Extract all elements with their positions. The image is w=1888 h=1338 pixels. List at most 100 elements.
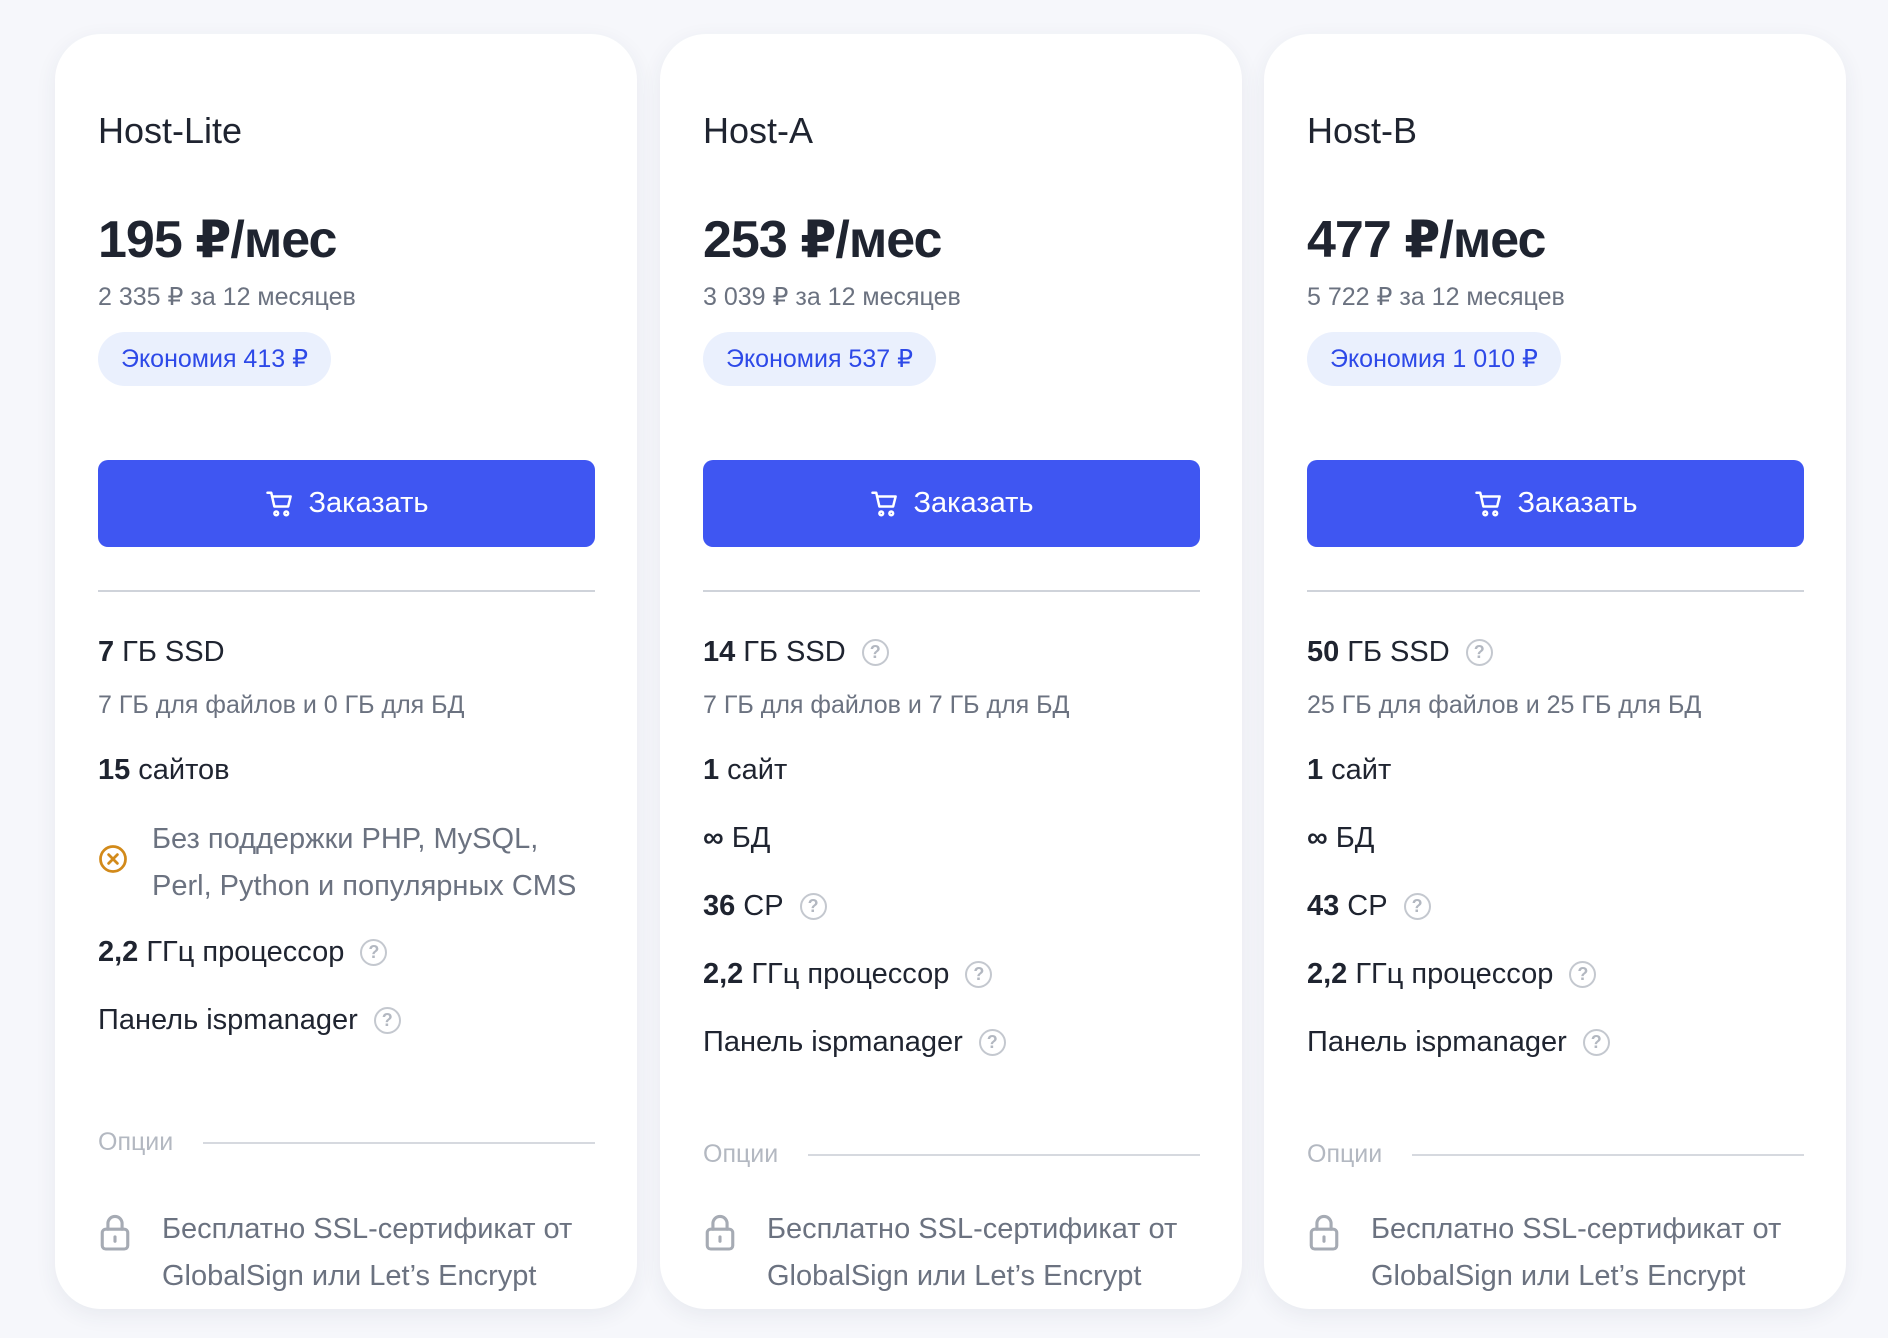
ssd-value: 50 <box>1307 636 1340 668</box>
feature-sites: 15 сайтов <box>98 754 230 787</box>
options-divider <box>808 1153 1200 1156</box>
cpu-value: 2,2 <box>703 958 744 990</box>
cpu-label: ГГц процессор <box>1355 958 1554 990</box>
question-circle-icon[interactable]: ? <box>1403 893 1431 920</box>
question-circle-icon[interactable]: ? <box>373 1007 401 1034</box>
cart-icon <box>1474 491 1501 516</box>
panel-label: Панель ispmanager <box>703 1026 963 1058</box>
lock-icon <box>1309 1214 1339 1251</box>
ssd-value: 7 <box>98 636 115 668</box>
question-circle-icon[interactable]: ? <box>978 1029 1006 1056</box>
ssd-detail: 7 ГБ для файлов и 7 ГБ для БД <box>703 691 1070 719</box>
ssd-detail: 25 ГБ для файлов и 25 ГБ для БД <box>1307 691 1702 719</box>
question-circle-icon[interactable]: ? <box>1465 639 1493 666</box>
question-circle-icon[interactable]: ? <box>1569 961 1597 988</box>
order-button-label: Заказать <box>913 487 1034 519</box>
ssl-option: Бесплатно SSL-сертификат от GlobalSign и… <box>1307 1206 1811 1300</box>
plan-price: 477 ₽/мес <box>1307 211 1546 269</box>
order-button-label: Заказать <box>308 487 429 519</box>
sites-value: 15 <box>98 754 131 786</box>
options-label: Опции <box>703 1140 779 1168</box>
plan-name: Host-Lite <box>98 110 243 151</box>
sites-label: сайт <box>1331 754 1392 786</box>
plan-year-price: 3 039 ₽ за 12 месяцев <box>703 283 961 311</box>
plan-price: 253 ₽/мес <box>703 211 942 269</box>
feature-panel: Панель ispmanager ? <box>1307 1026 1610 1059</box>
ssl-text: Бесплатно SSL-сертификат от GlobalSign и… <box>162 1213 573 1292</box>
pricing-cards: Host-Lite 195 ₽/мес 2 335 ₽ за 12 месяце… <box>0 0 1888 1338</box>
feature-db: ∞ БД <box>703 822 770 855</box>
options-divider <box>1412 1153 1804 1156</box>
order-button[interactable]: Заказать <box>98 460 595 547</box>
question-circle-icon[interactable]: ? <box>861 639 889 666</box>
cp-value: 43 <box>1307 890 1340 922</box>
db-value: ∞ <box>1307 822 1328 854</box>
cp-label: CP <box>743 890 784 922</box>
cp-label: CP <box>1347 890 1388 922</box>
plan-card-host-a: Host-A 253 ₽/мес 3 039 ₽ за 12 месяцев Э… <box>660 34 1242 1309</box>
plan-name: Host-A <box>703 110 814 151</box>
sites-value: 1 <box>1307 754 1324 786</box>
cpu-label: ГГц процессор <box>146 936 345 968</box>
ssd-label: ГБ SSD <box>122 636 225 668</box>
feature-panel: Панель ispmanager ? <box>98 1004 401 1037</box>
lock-icon <box>100 1214 130 1251</box>
ssd-value: 14 <box>703 636 736 668</box>
savings-badge: Экономия 1 010 ₽ <box>1307 332 1561 386</box>
panel-label: Панель ispmanager <box>1307 1026 1567 1058</box>
feature-db: ∞ БД <box>1307 822 1374 855</box>
ssl-text: Бесплатно SSL-сертификат от GlobalSign и… <box>1371 1213 1782 1292</box>
feature-ssd: 14 ГБ SSD ? <box>703 636 889 669</box>
cart-icon <box>265 491 292 516</box>
cp-value: 36 <box>703 890 736 922</box>
plan-card-host-b: Host-B 477 ₽/мес 5 722 ₽ за 12 месяцев Э… <box>1264 34 1846 1309</box>
plan-name: Host-B <box>1307 110 1418 151</box>
options-label: Опции <box>1307 1140 1383 1168</box>
question-circle-icon[interactable]: ? <box>965 961 993 988</box>
question-circle-icon[interactable]: ? <box>799 893 827 920</box>
plan-card-host-lite: Host-Lite 195 ₽/мес 2 335 ₽ за 12 месяце… <box>55 34 637 1309</box>
feature-cpu: 2,2 ГГц процессор ? <box>1307 958 1597 991</box>
panel-label: Панель ispmanager <box>98 1004 358 1036</box>
feature-no-php-warning: Без поддержки PHP, MySQL, Perl, Python и… <box>98 816 592 910</box>
savings-badge: Экономия 537 ₽ <box>703 332 936 386</box>
ssd-label: ГБ SSD <box>743 636 846 668</box>
feature-sites: 1 сайт <box>703 754 787 787</box>
question-circle-icon[interactable]: ? <box>1582 1029 1610 1056</box>
options-header: Опции <box>1307 1140 1804 1169</box>
x-circle-icon <box>99 845 127 873</box>
feature-sites: 1 сайт <box>1307 754 1391 787</box>
plan-year-price: 2 335 ₽ за 12 месяцев <box>98 283 356 311</box>
db-value: ∞ <box>703 822 724 854</box>
options-header: Опции <box>98 1128 595 1157</box>
cpu-value: 2,2 <box>98 936 139 968</box>
feature-panel: Панель ispmanager ? <box>703 1026 1006 1059</box>
ssd-label: ГБ SSD <box>1347 636 1450 668</box>
sites-value: 1 <box>703 754 720 786</box>
lock-icon <box>705 1214 735 1251</box>
feature-cpu: 2,2 ГГц процессор ? <box>703 958 993 991</box>
order-button[interactable]: Заказать <box>703 460 1200 547</box>
options-label: Опции <box>98 1128 174 1156</box>
options-header: Опции <box>703 1140 1200 1169</box>
db-label: БД <box>1335 822 1375 854</box>
divider <box>98 590 595 592</box>
feature-cpu: 2,2 ГГц процессор ? <box>98 936 388 969</box>
plan-price: 195 ₽/мес <box>98 211 337 269</box>
sites-label: сайтов <box>138 754 230 786</box>
cpu-value: 2,2 <box>1307 958 1348 990</box>
order-button[interactable]: Заказать <box>1307 460 1804 547</box>
divider <box>703 590 1200 592</box>
plan-year-price: 5 722 ₽ за 12 месяцев <box>1307 283 1565 311</box>
cpu-label: ГГц процессор <box>751 958 950 990</box>
options-divider <box>203 1141 595 1144</box>
feature-cp: 43 CP ? <box>1307 890 1431 923</box>
ssd-detail: 7 ГБ для файлов и 0 ГБ для БД <box>98 691 465 719</box>
ssl-option: Бесплатно SSL-сертификат от GlobalSign и… <box>703 1206 1207 1300</box>
ssl-text: Бесплатно SSL-сертификат от GlobalSign и… <box>767 1213 1178 1292</box>
question-circle-icon[interactable]: ? <box>360 939 388 966</box>
cart-icon <box>870 491 897 516</box>
order-button-label: Заказать <box>1517 487 1638 519</box>
sites-label: сайт <box>727 754 788 786</box>
divider <box>1307 590 1804 592</box>
